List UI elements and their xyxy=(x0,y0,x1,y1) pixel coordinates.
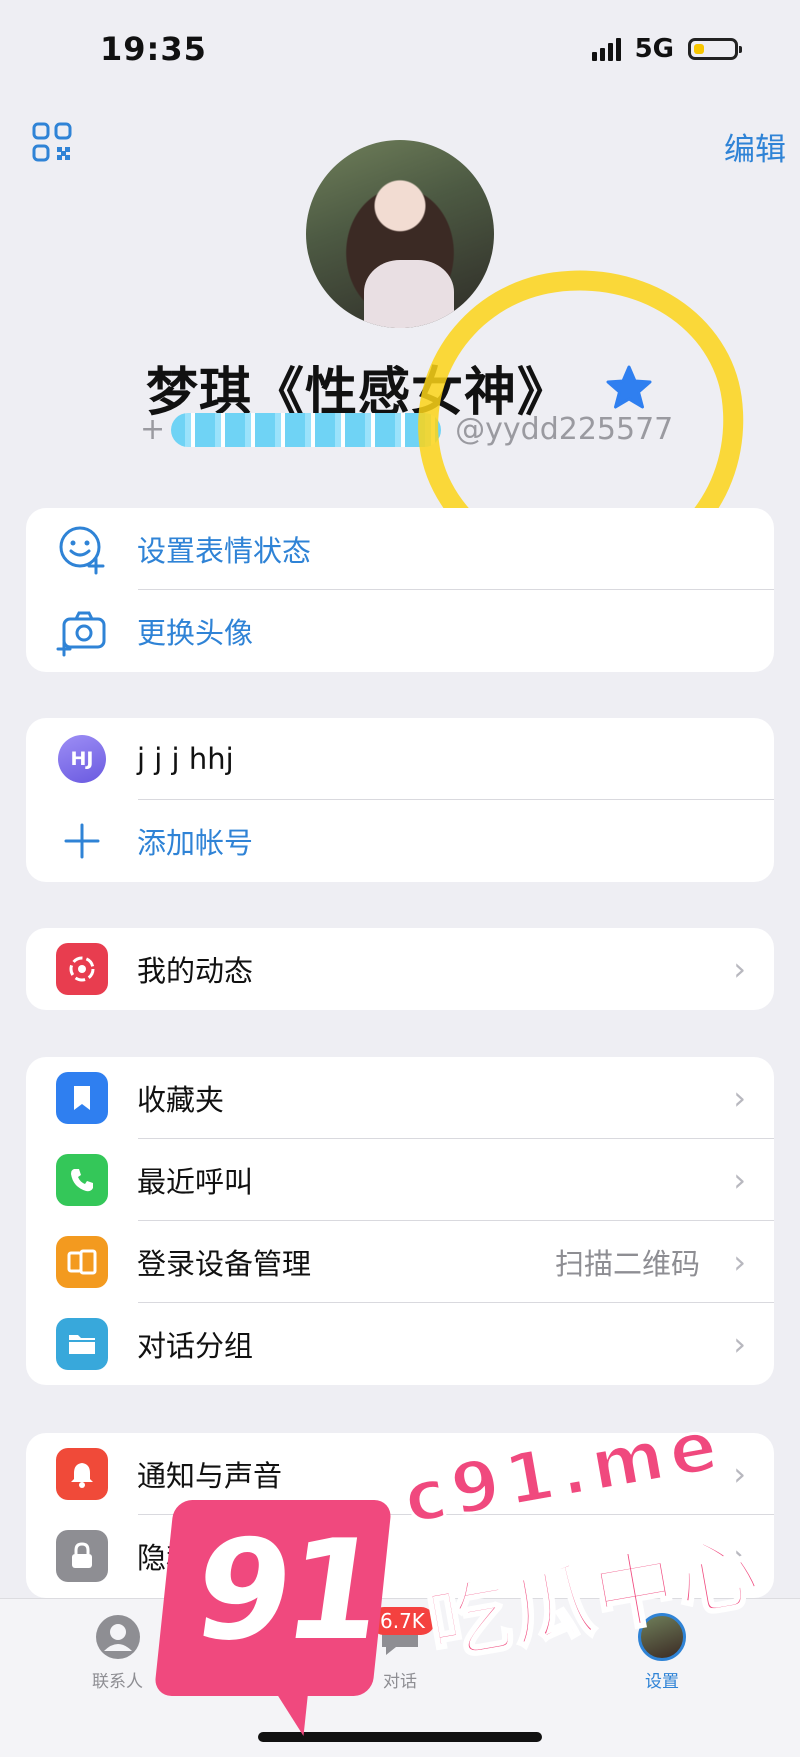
recent-calls-item[interactable]: 最近呼叫 › xyxy=(26,1139,774,1221)
main-settings-card: 收藏夹 › 最近呼叫 › 登录设备管理 扫描二维码 › 对话分组 › xyxy=(26,1057,774,1385)
chevron-right-icon: › xyxy=(733,1079,746,1117)
account-name: j j j hhj xyxy=(137,742,234,776)
contacts-icon xyxy=(95,1615,140,1659)
phone-icon xyxy=(56,1154,108,1206)
stories-icon xyxy=(56,943,108,995)
chat-folders-label: 对话分组 xyxy=(137,1329,254,1363)
phone-prefix: + xyxy=(140,412,166,447)
my-stories-item[interactable]: 我的动态 › xyxy=(26,928,774,1010)
profile-actions-card: 设置表情状态 更换头像 xyxy=(26,508,774,672)
account-avatar: HJ xyxy=(58,735,106,783)
devices-icon xyxy=(56,1236,108,1288)
tab-chats-label: 对话 xyxy=(383,1672,417,1692)
devices-item[interactable]: 登录设备管理 扫描二维码 › xyxy=(26,1221,774,1303)
stories-card: 我的动态 › xyxy=(26,928,774,1010)
scan-qr-text[interactable]: 扫描二维码 xyxy=(555,1241,700,1283)
devices-label: 登录设备管理 xyxy=(137,1247,312,1281)
watermark-number: 91 xyxy=(184,1510,388,1671)
bell-icon xyxy=(56,1448,108,1500)
tab-contacts[interactable]: 联系人 xyxy=(92,1613,143,1692)
tab-settings-label: 设置 xyxy=(645,1672,679,1692)
set-emoji-status-label: 设置表情状态 xyxy=(137,534,312,568)
chat-folders-item[interactable]: 对话分组 › xyxy=(26,1303,774,1385)
camera-icon xyxy=(56,611,106,657)
bookmark-icon xyxy=(56,1072,108,1124)
add-account-item[interactable]: 添加帐号 xyxy=(26,800,774,882)
set-emoji-status-item[interactable]: 设置表情状态 xyxy=(26,508,774,590)
status-time: 19:35 xyxy=(100,30,207,68)
recent-calls-label: 最近呼叫 xyxy=(137,1165,254,1199)
add-account-label: 添加帐号 xyxy=(137,826,254,860)
emoji-status-icon xyxy=(59,526,105,575)
my-stories-label: 我的动态 xyxy=(137,954,254,988)
profile-avatar[interactable] xyxy=(306,140,494,328)
qr-code-icon[interactable] xyxy=(32,122,72,162)
saved-messages-item[interactable]: 收藏夹 › xyxy=(26,1057,774,1139)
chevron-right-icon: › xyxy=(733,950,746,988)
change-avatar-item[interactable]: 更换头像 xyxy=(26,590,774,672)
lock-icon xyxy=(56,1530,108,1582)
redacted-phone-number xyxy=(171,412,442,447)
saved-messages-label: 收藏夹 xyxy=(137,1083,225,1117)
chevron-right-icon: › xyxy=(733,1325,746,1363)
chevron-right-icon: › xyxy=(733,1161,746,1199)
network-type: 5G xyxy=(634,34,674,64)
edit-button[interactable]: 编辑 xyxy=(724,124,786,169)
signal-icon xyxy=(591,37,621,61)
notifications-label: 通知与声音 xyxy=(137,1459,283,1493)
battery-icon xyxy=(688,38,742,60)
status-indicators: 5G xyxy=(591,34,742,64)
accounts-card: HJ j j j hhj 添加帐号 xyxy=(26,718,774,882)
chevron-right-icon: › xyxy=(733,1455,746,1493)
plus-icon xyxy=(64,823,100,859)
change-avatar-label: 更换头像 xyxy=(137,616,254,650)
tab-contacts-label: 联系人 xyxy=(92,1672,143,1692)
chevron-right-icon: › xyxy=(733,1243,746,1281)
account-item[interactable]: HJ j j j hhj xyxy=(26,718,774,800)
folder-icon xyxy=(56,1318,108,1370)
